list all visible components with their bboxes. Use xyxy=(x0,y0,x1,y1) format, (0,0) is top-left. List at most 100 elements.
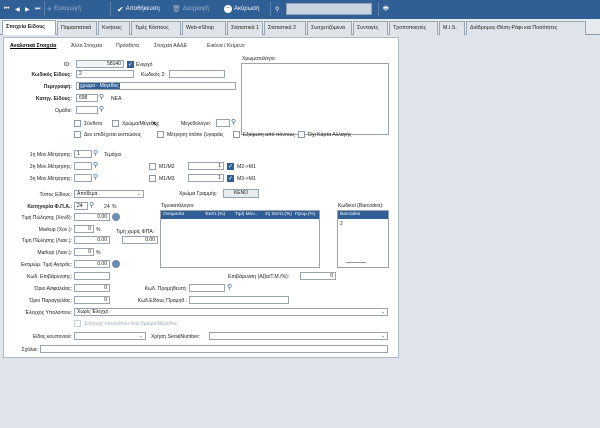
compound-checkbox[interactable] xyxy=(74,120,81,127)
supplier-item-code-field[interactable] xyxy=(189,296,289,304)
points-exclusion-checkbox[interactable] xyxy=(233,131,240,138)
description-field[interactable]: χρώμα - Μέγεθος xyxy=(76,82,236,90)
wholesale-price-field[interactable]: 0.00 xyxy=(74,213,110,221)
supplier-search-icon[interactable]: ⚲ xyxy=(227,284,235,292)
tab-recipes[interactable]: Συνταγές xyxy=(353,21,388,35)
item-code-field[interactable]: 2 xyxy=(76,70,134,78)
m3m1-checkbox[interactable] xyxy=(227,175,234,182)
col-discount[interactable]: Έκπτ.(%) xyxy=(205,211,225,219)
last-record-icon[interactable]: ⏭ xyxy=(35,3,40,15)
subtab-additional[interactable]: Πρόσθετα xyxy=(116,43,139,49)
tab-related[interactable]: Συσχετιζόμενα xyxy=(307,21,352,35)
category-search-icon[interactable]: ⚲ xyxy=(99,94,107,102)
vat-search-icon[interactable]: ⚲ xyxy=(89,202,97,210)
no-discount-checkbox[interactable] xyxy=(74,131,81,138)
unit3-field[interactable] xyxy=(74,174,92,182)
tab-costs[interactable]: Τιμές Κόστους xyxy=(131,21,181,35)
subtab-image-text[interactable]: Εικόνα / Κείμενο xyxy=(207,43,245,49)
surcharge-code-field[interactable] xyxy=(74,272,110,280)
tab-mis[interactable]: M.I.S. xyxy=(439,21,465,35)
markup-wholesale-percent: % xyxy=(96,227,101,233)
retail-price-field[interactable]: 0.00 xyxy=(74,236,110,244)
unit1-search-icon[interactable]: ⚲ xyxy=(93,150,101,158)
subtab-other[interactable]: Άλλα Στοιχεία xyxy=(71,43,102,49)
delete-button[interactable]: 🗑 Διαγραφή xyxy=(172,3,209,15)
tab-documents[interactable]: Παραστατικά xyxy=(57,21,97,35)
surcharge-field[interactable]: 0 xyxy=(300,272,336,280)
size-chart-field[interactable] xyxy=(216,119,230,127)
safety-limit-field[interactable]: 0 xyxy=(74,284,110,292)
col-unit-price[interactable]: Τιμή Μον.. xyxy=(235,211,257,219)
no-card-label: Όχι Κάρτα Αλλαγής xyxy=(308,132,352,138)
tab-statistics-1[interactable]: Στατιστικά 1 xyxy=(227,21,263,35)
save-button[interactable]: ✔ Αποθήκευση xyxy=(117,3,160,15)
group-field[interactable] xyxy=(76,106,98,114)
vat-category-field[interactable]: 24 xyxy=(74,202,88,210)
tab-item-details[interactable]: Στοιχεία Είδους xyxy=(2,20,56,35)
unit1-field[interactable]: 1 xyxy=(74,150,92,158)
tab-movements[interactable]: Κινήσεις xyxy=(98,21,130,35)
col-name[interactable]: Ονομασία xyxy=(163,211,184,219)
barcode-row[interactable]: 2 xyxy=(340,221,343,227)
search-icon[interactable]: ⚲ xyxy=(275,3,279,15)
previous-record-icon[interactable]: ◀ xyxy=(15,3,20,15)
m1m2-checkbox[interactable] xyxy=(149,163,156,170)
unit2-field[interactable] xyxy=(74,162,92,170)
mouse-cursor-icon: ↖ xyxy=(152,120,159,129)
size-search-icon[interactable]: ⚲ xyxy=(231,119,239,127)
chevron-down-icon: ⌄ xyxy=(138,333,143,339)
m2m1-checkbox[interactable] xyxy=(227,163,234,170)
m1m3-checkbox[interactable] xyxy=(149,175,156,182)
print-icon[interactable]: 🖶 xyxy=(383,3,389,15)
buy-price-field[interactable]: 0.00 xyxy=(74,260,110,268)
toolbar-search-input[interactable] xyxy=(286,3,372,15)
tab-web-eshop[interactable]: Web-eShop xyxy=(182,21,226,35)
subtab-aade[interactable]: Στοιχεία ΑΑΔΕ xyxy=(154,43,187,49)
col-commission[interactable]: Προμ.(%) xyxy=(295,211,315,219)
barcodes-grid[interactable]: Barcodes 2 xyxy=(337,210,389,268)
size-chart-label: Μεγεθολόγιο: xyxy=(181,121,212,127)
line-color-button[interactable]: ΚΕΝΟ xyxy=(223,189,259,198)
insert-button[interactable]: + Εισαγωγή xyxy=(47,3,81,15)
no-card-checkbox[interactable] xyxy=(298,131,305,138)
tab-statistics-2[interactable]: Στατιστικά 2 xyxy=(264,21,306,35)
safety-limit-label: Όριο Ασφαλείας: xyxy=(34,286,73,292)
unit3-search-icon[interactable]: ⚲ xyxy=(93,174,101,182)
unit2-search-icon[interactable]: ⚲ xyxy=(93,162,101,170)
item-type-select[interactable]: Απόθεμα ⌄ xyxy=(74,190,144,198)
residual-color-label: Έλεγχος υπολοίπου ανά Χρώμα/Μέγεθος xyxy=(84,321,178,327)
subtab-analytical[interactable]: Αναλυτικά Στοιχεία xyxy=(10,43,56,49)
col-discount-2[interactable]: 2η Έκπτ.(%) xyxy=(265,211,292,219)
color-size-checkbox[interactable] xyxy=(112,120,119,127)
residual-check-value: Χωρίς Έλεγχο xyxy=(77,309,109,315)
buy-price-calculator-icon[interactable] xyxy=(112,260,120,268)
online-weigh-checkbox[interactable] xyxy=(157,131,164,138)
cancel-button[interactable]: − Ακύρωση xyxy=(224,3,259,15)
reorder-limit-field[interactable]: 0 xyxy=(74,296,110,304)
markup-retail-field[interactable]: 0 xyxy=(74,248,94,256)
m1m3-field[interactable]: 1 xyxy=(188,174,224,182)
id-label: ID: xyxy=(64,62,71,68)
m1m2-field[interactable]: 1 xyxy=(188,162,224,170)
group-search-icon[interactable]: ⚲ xyxy=(99,106,107,114)
notes-field[interactable] xyxy=(40,345,388,353)
next-record-icon[interactable]: ▶ xyxy=(25,3,30,15)
markup-wholesale-field[interactable]: 0 xyxy=(74,225,94,233)
residual-color-checkbox[interactable] xyxy=(74,320,81,327)
details-sheet: Αναλυτικά Στοιχεία Άλλα Στοιχεία Πρόσθετ… xyxy=(3,37,399,358)
first-record-icon[interactable]: ⏮ xyxy=(4,3,9,15)
tab-locations[interactable]: Διάδρομος-Θέση-Ράφι και Ποσότητες xyxy=(466,21,586,35)
tab-modifiers[interactable]: Τροποποιητές xyxy=(389,21,438,35)
supplier-code-field[interactable] xyxy=(189,284,225,292)
price-calculator-icon[interactable] xyxy=(112,213,120,221)
serial-number-select[interactable]: ⌄ xyxy=(209,332,388,340)
residual-check-select[interactable]: Χωρίς Έλεγχο ⌄ xyxy=(74,308,388,316)
points-exclusion-label: Εξαίρεση από πόντους xyxy=(243,132,295,138)
item-code-label: Κωδικός Είδους: xyxy=(31,72,72,78)
coupon-type-select[interactable]: ⌄ xyxy=(74,332,146,340)
category-code-field[interactable]: 698 xyxy=(76,94,98,102)
barcodes-header[interactable]: Barcodes xyxy=(338,211,388,219)
active-checkbox[interactable] xyxy=(127,61,134,68)
pricelists-grid[interactable]: Ονομασία Έκπτ.(%) Τιμή Μον.. 2η Έκπτ.(%)… xyxy=(160,210,320,268)
code2-field[interactable] xyxy=(169,70,225,78)
